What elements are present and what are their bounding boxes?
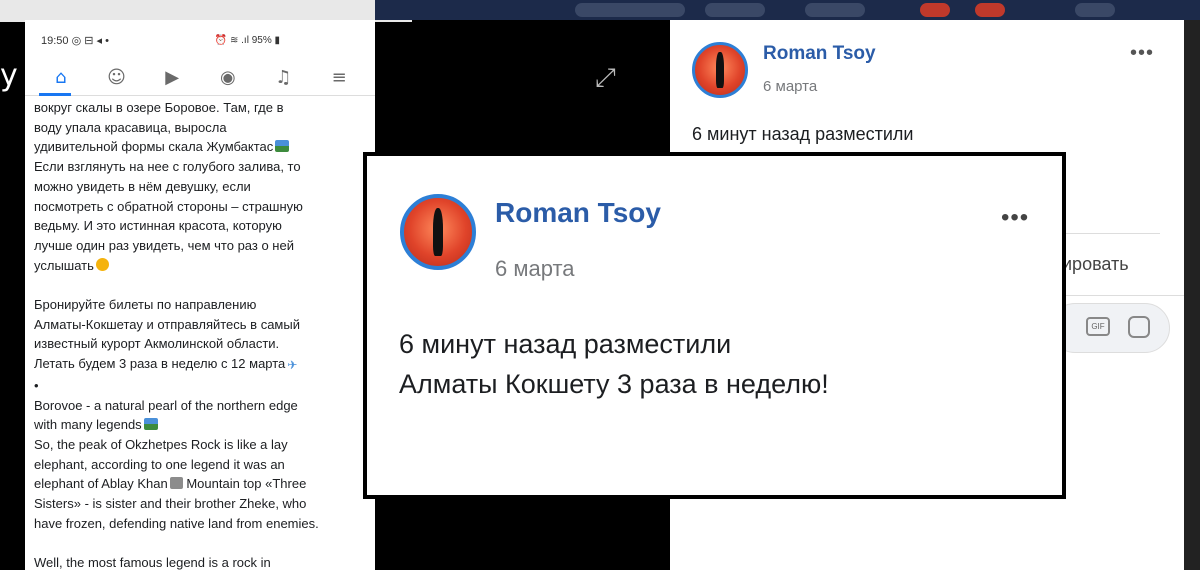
browser-top-bar [0,0,412,22]
post-text-line1: 6 минут назад разместили [399,329,732,359]
notifications-icon[interactable]: ♫ [269,64,297,92]
status-icons: ◎ ⊟ ◂ • [71,34,109,47]
header-blurred-item [805,3,865,17]
header-blurred-item [1075,3,1115,17]
status-right: ⏰ ≋ .ıl 95% ▮ [214,34,280,46]
zoomed-post-overlay: Roman Tsoy 6 марта ••• 6 минут назад раз… [363,152,1066,499]
divider [1064,295,1184,296]
text-line: Если взглянуть на нее с голубого залива,… [34,159,301,175]
text-line: можно увидеть в нём девушку, если [34,178,251,194]
active-tab-indicator [39,93,71,96]
landscape-emoji-icon [143,418,158,431]
phone-status-bar: 19:50 ◎ ⊟ ◂ • ⏰ ≋ .ıl 95% ▮ [25,20,375,60]
text-line: лучше один раз увидеть, чем что раз о не… [34,237,294,253]
text-line: have frozen, defending native land from … [34,515,319,531]
menu-icon[interactable]: ≡ [325,64,353,92]
post-date[interactable]: 6 марта [495,256,575,282]
text-line: with many legends [34,415,365,435]
text-line: удивительной формы скала Жумбактас [34,137,365,157]
status-time: 19:50 [41,34,69,47]
scrollbar-gutter [1184,20,1200,570]
post-body: вокруг скалы в озере Боровое. Там, где в… [25,96,375,570]
text-line: elephant of Ablay Khan Mountain top «Thr… [34,476,307,492]
text-line: • [34,377,39,393]
header-badge [975,3,1005,17]
more-options-icon[interactable]: ••• [1130,42,1154,65]
text-line: Borovoe - a natural pearl of the norther… [34,397,298,413]
home-icon[interactable]: ⌂ [47,64,75,92]
elephant-emoji-icon [169,477,183,490]
text-line: So, the peak of Okzhetpes Rock is like a… [34,436,288,452]
text-line: известный курорт Акмолинской области. [34,336,280,352]
text-line: услышать [34,256,365,276]
heart-eyes-emoji-icon [95,257,109,271]
airplane-emoji-icon: ✈ [287,358,298,373]
author-name[interactable]: Roman Tsoy [763,43,876,65]
cropped-text: y [0,58,18,93]
text-line: воду упала красавица, выросла [34,119,227,135]
text-line: Sisters» - is sister and their brother Z… [34,496,307,512]
text-line: Бронируйте билеты по направлению [34,297,257,313]
status-left: 19:50 ◎ ⊟ ◂ • [41,34,109,47]
post-text: 6 минут назад разместили Алматы Кокшету … [399,324,829,404]
post-date[interactable]: 6 марта [763,78,817,95]
landscape-emoji-icon [275,140,290,153]
header-blurred-item [575,3,685,17]
text-line: ведьму. И это истинная красота, которую [34,218,282,234]
gif-icon[interactable]: GIF [1086,317,1110,336]
post-text-line1: 6 минут назад разместили [692,124,914,144]
facebook-header-background [375,0,1200,20]
text-line: Well, the most famous legend is a rock i… [34,555,271,570]
avatar[interactable] [400,194,476,270]
text-line: вокруг скалы в озере Боровое. Там, где в [34,100,284,115]
phone-screenshot: 19:50 ◎ ⊟ ◂ • ⏰ ≋ .ıl 95% ▮ ⌂ ☺ ▶ ◉ ♫ ≡ … [25,20,375,570]
expand-icon[interactable]: ⤢ [595,63,625,93]
text-line: elephant, according to one legend it was… [34,456,285,472]
header-blurred-item [705,3,765,17]
profile-icon[interactable]: ◉ [214,64,242,92]
text-line: посмотреть с обратной стороны – страшную [34,198,303,214]
comment-input[interactable] [1050,303,1170,353]
header-badge [920,3,950,17]
text-line: Алматы-Кокшетау и отправляйтесь в самый [34,316,300,332]
phone-nav-bar: ⌂ ☺ ▶ ◉ ♫ ≡ [25,60,375,96]
more-options-icon[interactable]: ••• [1001,204,1029,232]
action-button-partial[interactable]: ировать [1062,254,1129,275]
watch-icon[interactable]: ▶ [158,64,186,92]
groups-icon[interactable]: ☺ [102,64,130,92]
author-name[interactable]: Roman Tsoy [495,197,661,229]
sticker-icon[interactable] [1128,316,1150,338]
divider [1064,233,1160,234]
avatar[interactable] [692,42,748,98]
text-line: Летать будем 3 раза в неделю с 12 марта ✈ [34,354,365,376]
post-text-line2: Алматы Кокшету 3 раза в неделю! [399,369,829,399]
